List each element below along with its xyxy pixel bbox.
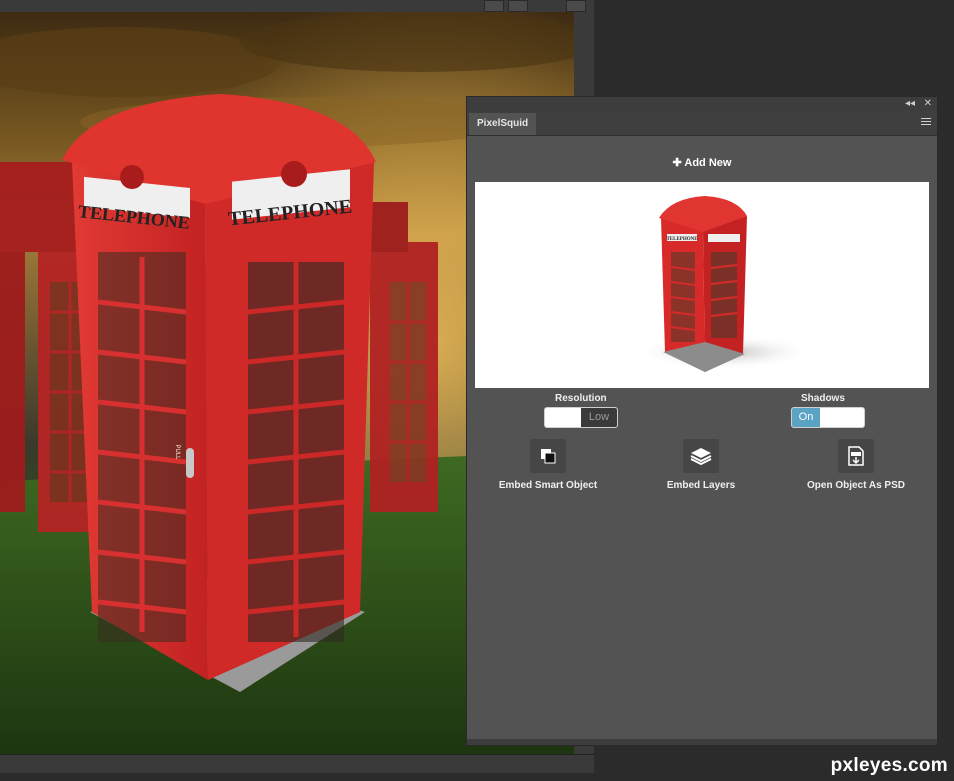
embed-smart-object-button[interactable]: Embed Smart Object (478, 480, 618, 491)
psd-file-icon[interactable] (838, 439, 874, 473)
resolution-value: Low (581, 408, 617, 427)
panel-menu-icon[interactable] (921, 118, 931, 127)
watermark-text: pxleyes.com (830, 755, 948, 776)
background-booth-right (360, 202, 438, 512)
shadows-value: On (792, 408, 820, 427)
open-object-as-psd-button[interactable]: Open Object As PSD (786, 480, 926, 491)
layers-icon[interactable] (683, 439, 719, 473)
panel-resize-bar[interactable] (467, 739, 937, 745)
close-icon[interactable]: ✕ (924, 98, 932, 110)
preview-sign-text: TELEPHONE (666, 237, 698, 242)
preview-booth-image: TELEPHONE (635, 196, 815, 372)
topbar-button-3[interactable] (566, 0, 586, 12)
door-pull-text: PULL (174, 444, 180, 460)
crown-emblem-left (120, 165, 144, 189)
object-preview[interactable]: TELEPHONE (475, 182, 929, 388)
main-telephone-booth (62, 94, 376, 692)
shadows-toggle[interactable]: On (791, 407, 865, 428)
shadows-label: Shadows (801, 393, 845, 404)
resolution-label: Resolution (555, 393, 607, 404)
embed-layers-button[interactable]: Embed Layers (631, 480, 771, 491)
horizontal-scrollbar[interactable] (0, 754, 594, 773)
add-new-button[interactable]: ✚ Add New (467, 156, 937, 169)
tab-pixelsquid[interactable]: PixelSquid (469, 113, 537, 135)
resolution-toggle[interactable]: Low (544, 407, 618, 428)
crown-emblem-right (281, 161, 307, 187)
topbar-button-2[interactable] (508, 0, 528, 12)
pixelsquid-panel: ◂◂ ✕ PixelSquid ✚ Add New TELEPHONE Reso… (466, 96, 938, 746)
topbar-button-1[interactable] (484, 0, 504, 12)
smart-object-icon[interactable] (530, 439, 566, 473)
panel-titlebar: ◂◂ ✕ (467, 97, 937, 111)
collapse-icon[interactable]: ◂◂ (905, 98, 915, 110)
panel-tab-row: PixelSquid (467, 111, 937, 136)
